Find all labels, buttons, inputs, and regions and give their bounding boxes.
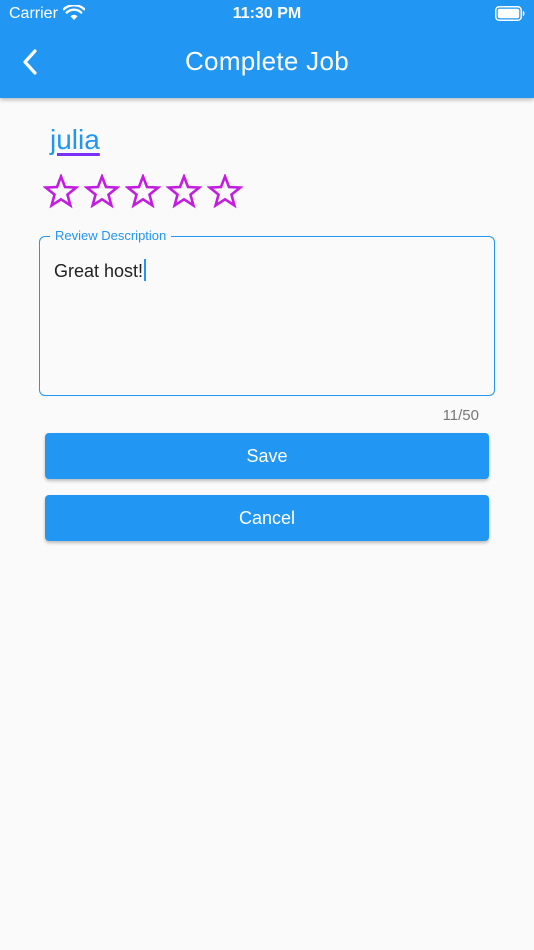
star-4-icon[interactable] [166,174,202,210]
review-text: Great host! [54,261,144,281]
review-description-field[interactable]: Review Description Great host! [39,228,495,396]
star-rating[interactable] [43,174,243,210]
star-5-icon[interactable] [207,174,243,210]
battery-icon [495,6,525,21]
character-counter: 11/50 [442,407,479,424]
star-3-icon[interactable] [125,174,161,210]
status-bar: Carrier 11:30 PM [0,0,534,28]
review-description-input[interactable]: Great host! [54,259,147,282]
cancel-button[interactable]: Cancel [45,495,489,541]
text-cursor [144,259,147,281]
status-time: 11:30 PM [232,5,302,22]
star-1-icon[interactable] [43,174,79,210]
page-title: Complete Job [184,46,350,76]
review-description-label: Review Description [50,228,172,243]
host-name-link[interactable]: julia [50,124,100,156]
star-2-icon[interactable] [84,174,120,210]
save-button[interactable]: Save [45,433,489,479]
app-bar: Carrier 11:30 PM Complete Job [0,0,534,98]
